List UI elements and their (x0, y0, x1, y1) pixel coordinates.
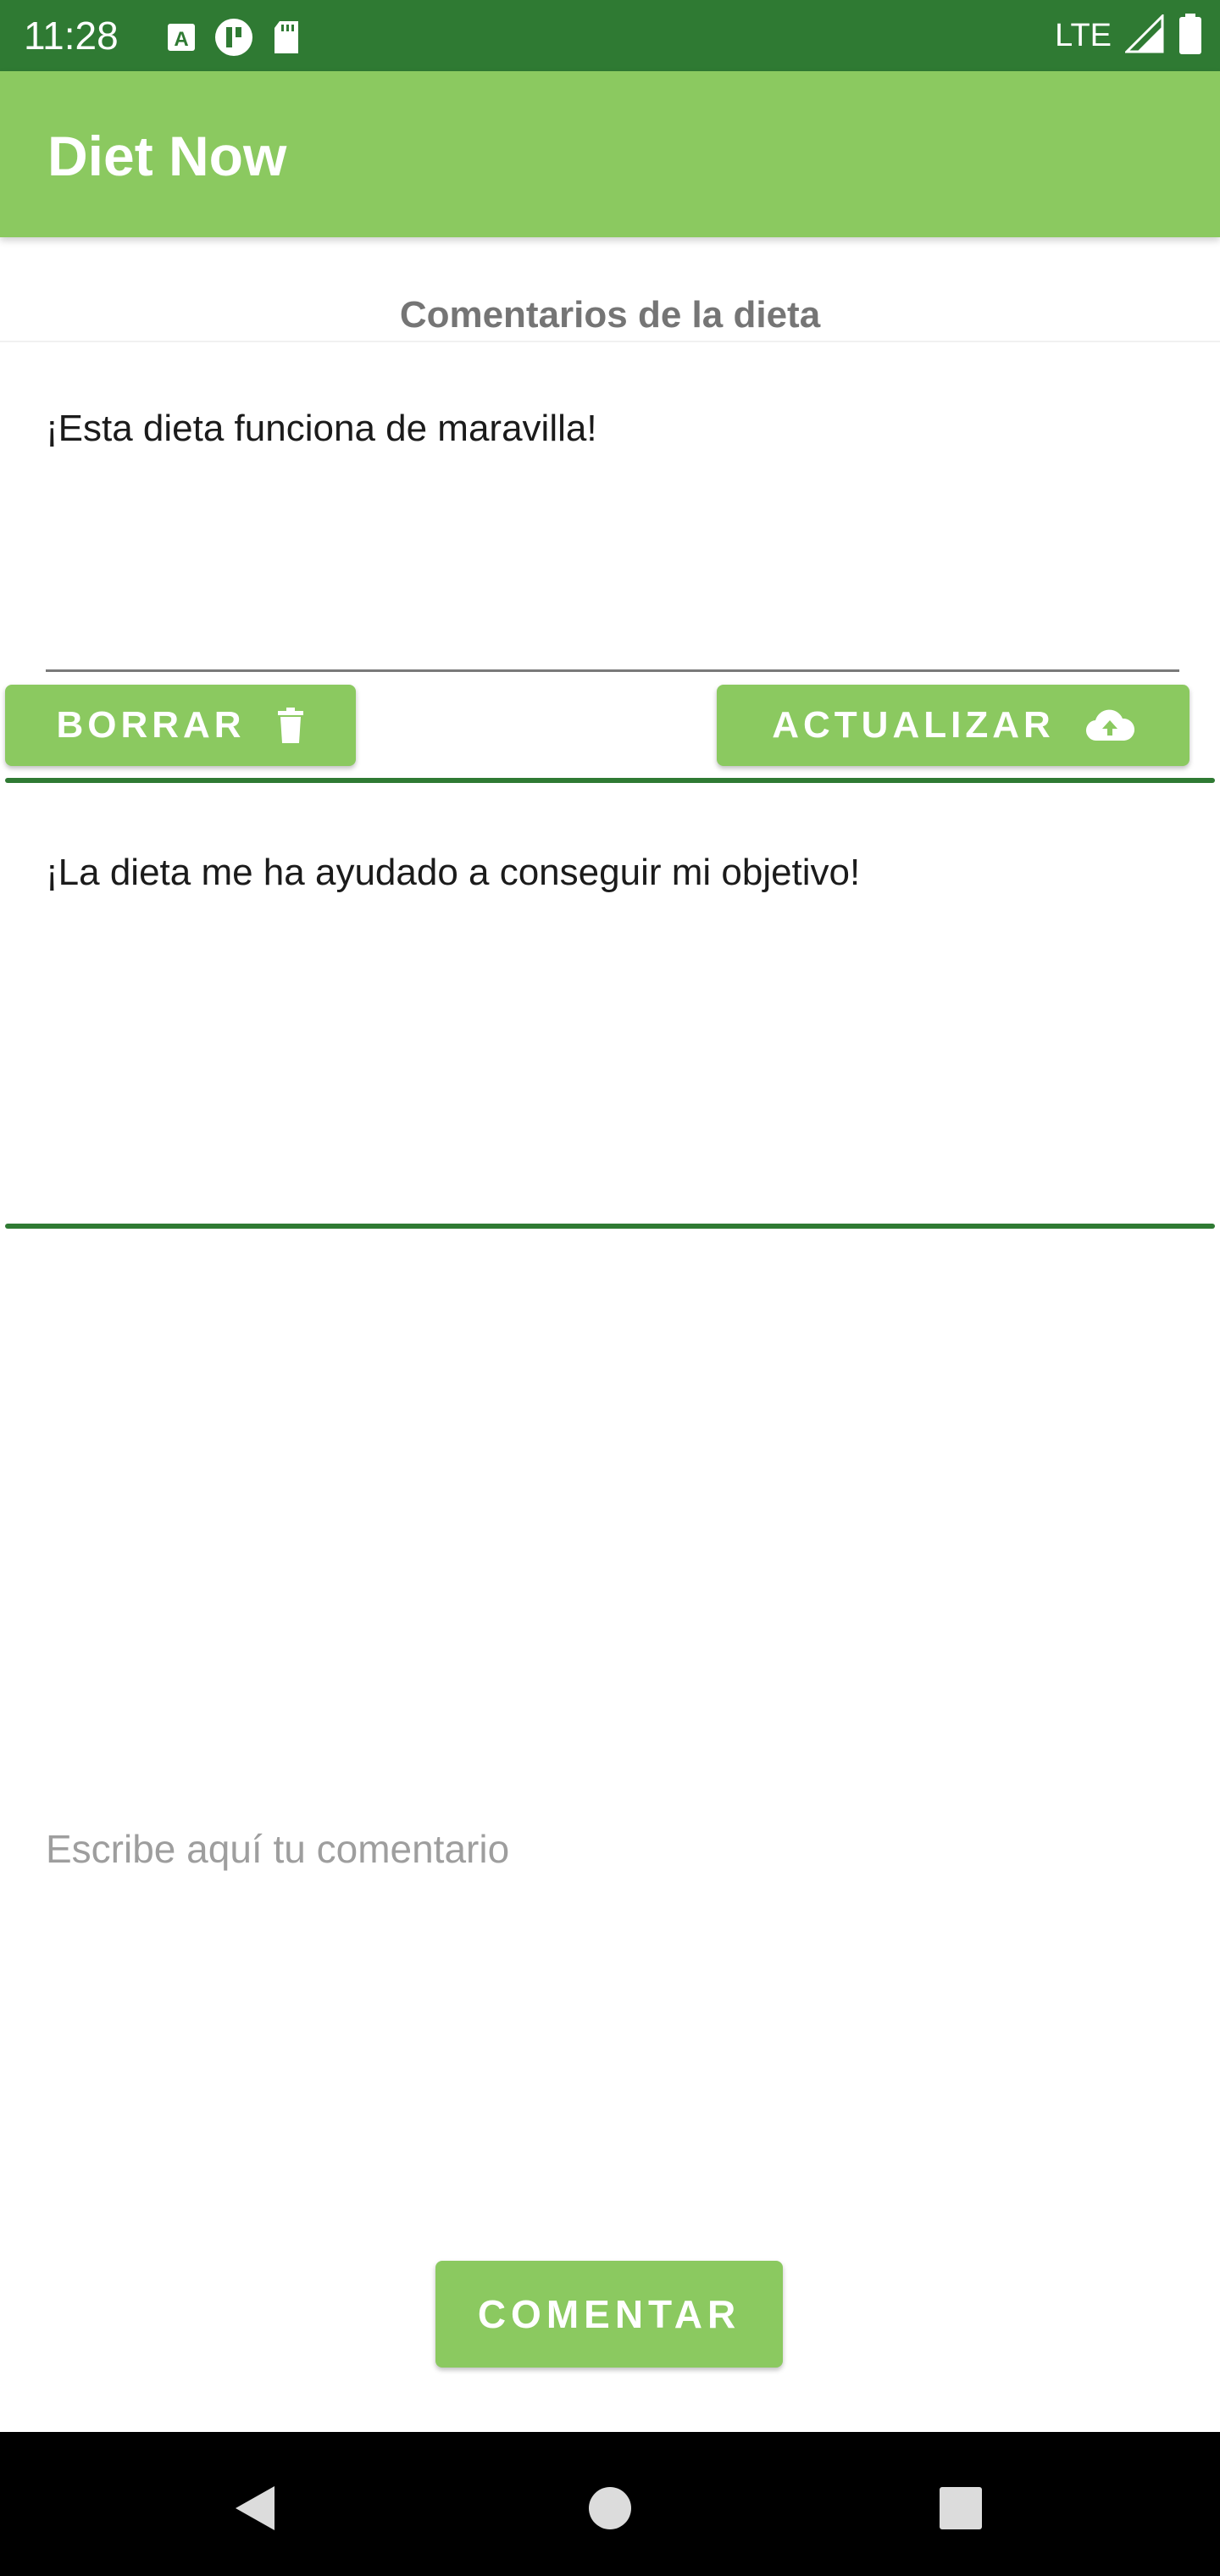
app-bar: Diet Now (0, 71, 1220, 237)
back-triangle-icon[interactable] (212, 2466, 297, 2551)
svg-text:A: A (174, 28, 188, 51)
trash-icon (276, 708, 305, 743)
sd-card-icon (271, 19, 302, 59)
pause-circle-icon (214, 17, 254, 62)
status-time: 11:28 (24, 14, 119, 58)
screen: 11:28 A LTE Diet Now Comentarios de la d… (0, 0, 1220, 2576)
navigation-bar (0, 2432, 1220, 2576)
status-icons-left: A (166, 17, 302, 62)
section-divider (0, 341, 1220, 342)
status-bar: 11:28 A LTE (0, 0, 1220, 71)
cloud-upload-icon (1085, 708, 1134, 742)
network-label: LTE (1055, 18, 1112, 53)
comment-field-underline (46, 669, 1179, 672)
update-button[interactable]: ACTUALIZAR (717, 685, 1190, 766)
delete-button-label: BORRAR (56, 704, 246, 746)
recents-square-icon[interactable] (918, 2466, 1003, 2551)
comment-text: ¡La dieta me ha ayudado a conseguir mi o… (46, 852, 861, 893)
section-title: Comentarios de la dieta (399, 294, 821, 336)
comment-text[interactable]: ¡Esta dieta funciona de maravilla! (46, 402, 597, 456)
home-circle-icon[interactable] (568, 2466, 652, 2551)
app-title: Diet Now (47, 125, 287, 187)
battery-icon (1178, 13, 1203, 59)
keyboard-a-icon: A (166, 22, 197, 57)
comment-divider (5, 778, 1215, 783)
status-icons-right: LTE (1055, 10, 1203, 61)
new-comment-input[interactable] (46, 1817, 1173, 1881)
comment-divider (5, 1224, 1215, 1229)
delete-button[interactable]: BORRAR (5, 685, 356, 766)
signal-icon (1123, 12, 1164, 58)
comment-button[interactable]: COMENTAR (435, 2261, 783, 2368)
update-button-label: ACTUALIZAR (772, 704, 1055, 746)
